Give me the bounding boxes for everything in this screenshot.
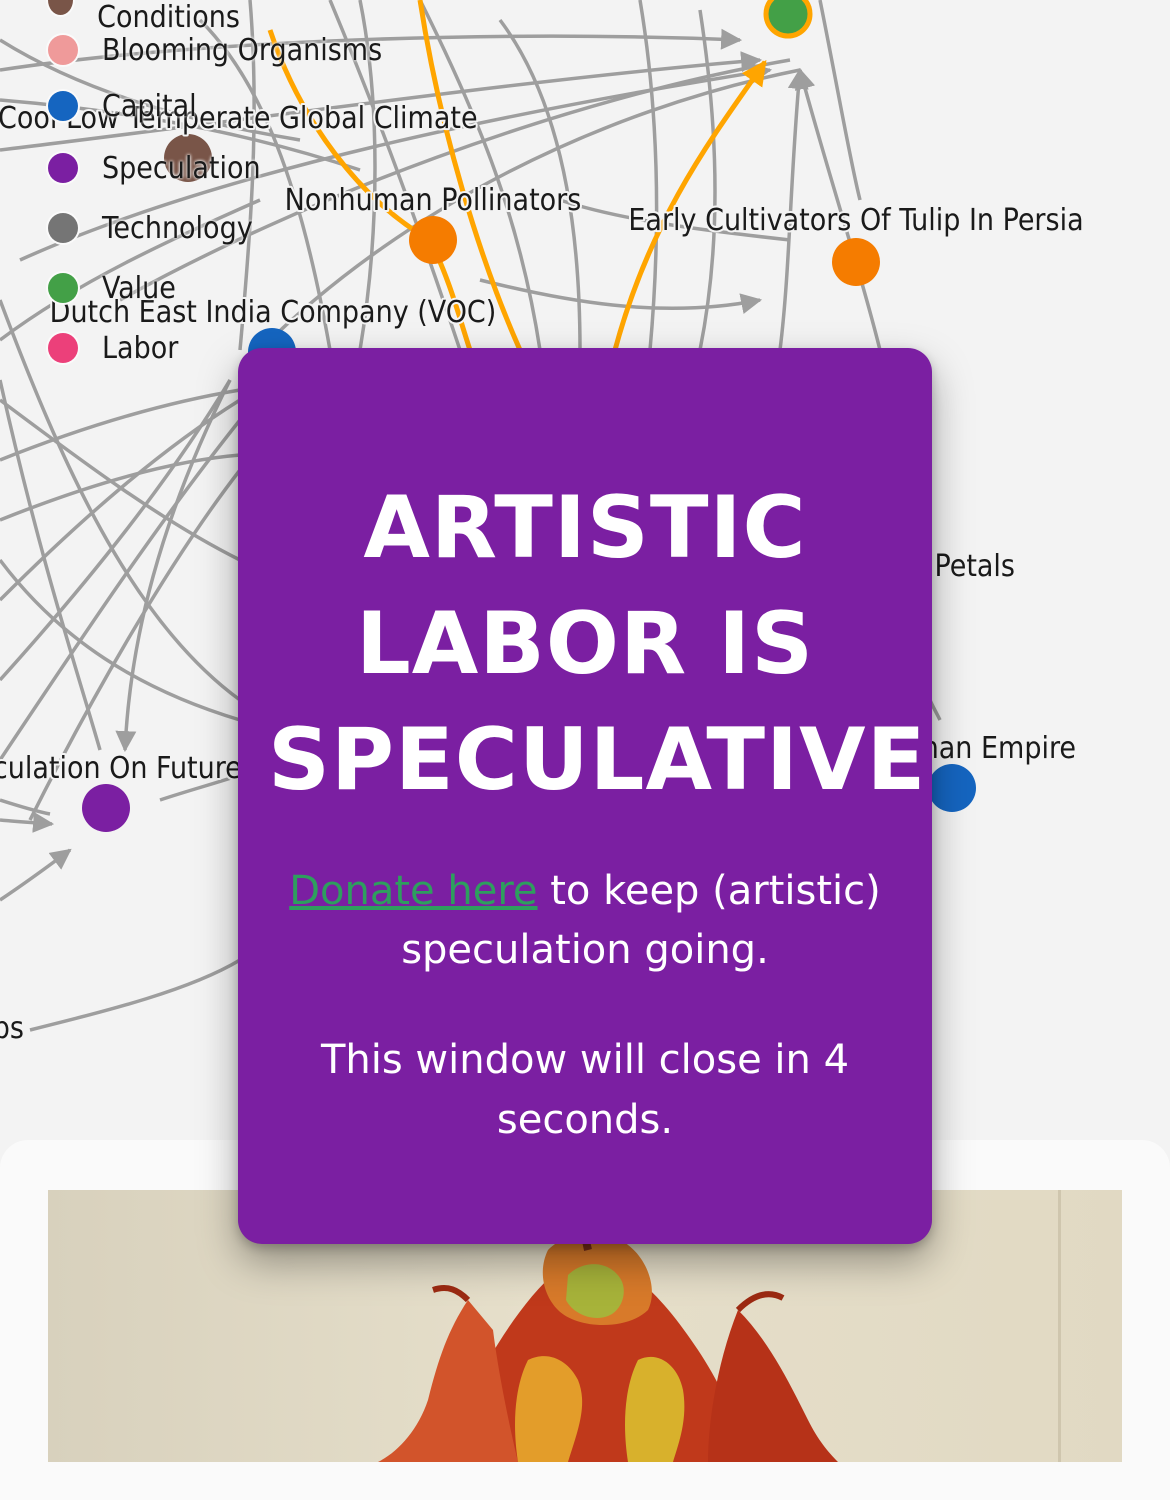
graph-edge xyxy=(0,798,51,816)
label-petals: Petals xyxy=(935,549,1016,584)
graph-edge xyxy=(29,958,241,1032)
legend-label: Speculation xyxy=(102,150,261,186)
legend-dot-technology xyxy=(48,213,78,243)
node-empire[interactable] xyxy=(928,764,976,812)
graph-edge xyxy=(638,0,659,351)
legend-dot-speculation xyxy=(48,153,78,183)
legend-item[interactable]: Blooming Organisms xyxy=(48,32,382,68)
legend-label: Technology xyxy=(102,210,253,246)
legend-dot-labor xyxy=(48,333,78,363)
legend-dot-blooming xyxy=(48,35,78,65)
legend-item[interactable]: Speculation xyxy=(48,150,261,186)
donate-link[interactable]: Donate here xyxy=(289,868,537,914)
legend-dot-capital xyxy=(48,91,78,121)
graph-edge xyxy=(0,811,55,833)
node-pollinators[interactable] xyxy=(409,216,457,264)
legend-label: Blooming Organisms xyxy=(102,32,383,68)
modal-title-line: SPECULATIVE xyxy=(268,710,927,810)
graph-edge xyxy=(698,9,717,351)
donate-message: Donate here to keep (artistic) speculati… xyxy=(278,862,892,980)
legend-label: Value xyxy=(102,270,176,306)
legend-item[interactable]: Labor xyxy=(48,330,178,366)
node-future-tulip[interactable] xyxy=(82,784,130,832)
legend-item[interactable]: Capital xyxy=(48,88,197,124)
node-early-cultivators[interactable] xyxy=(832,238,880,286)
legend-label: Environmental Conditions xyxy=(97,0,240,35)
modal-title-line: LABOR IS xyxy=(355,594,815,694)
legend-item[interactable]: Environmental Conditions xyxy=(48,0,388,35)
graph-edge xyxy=(479,278,763,314)
legend-item[interactable]: Technology xyxy=(48,210,253,246)
category-legend: Environmental Conditions Blooming Organi… xyxy=(48,0,388,374)
legend-item[interactable]: Value xyxy=(48,270,176,306)
node-value-top[interactable] xyxy=(763,0,813,39)
label-early-cultivators: Early Cultivators Of Tulip In Persia xyxy=(628,203,1083,238)
close-timer-text: This window will close in 4 seconds. xyxy=(320,1037,850,1143)
label-partial-left: Bulbs xyxy=(0,1011,24,1046)
graph-edge xyxy=(0,848,72,902)
legend-dot-environmental xyxy=(48,0,74,15)
graph-edge xyxy=(115,379,232,753)
legend-dot-value xyxy=(48,273,78,303)
legend-label: Capital xyxy=(102,88,197,124)
donation-modal[interactable]: ARTISTIC LABOR IS SPECULATIVE Donate her… xyxy=(238,348,932,1244)
legend-label: Labor xyxy=(102,330,179,366)
modal-title: ARTISTIC LABOR IS SPECULATIVE xyxy=(268,470,925,818)
graph-edge xyxy=(0,398,241,602)
graph-edge xyxy=(818,0,862,201)
modal-title-line: ARTISTIC xyxy=(363,478,807,578)
